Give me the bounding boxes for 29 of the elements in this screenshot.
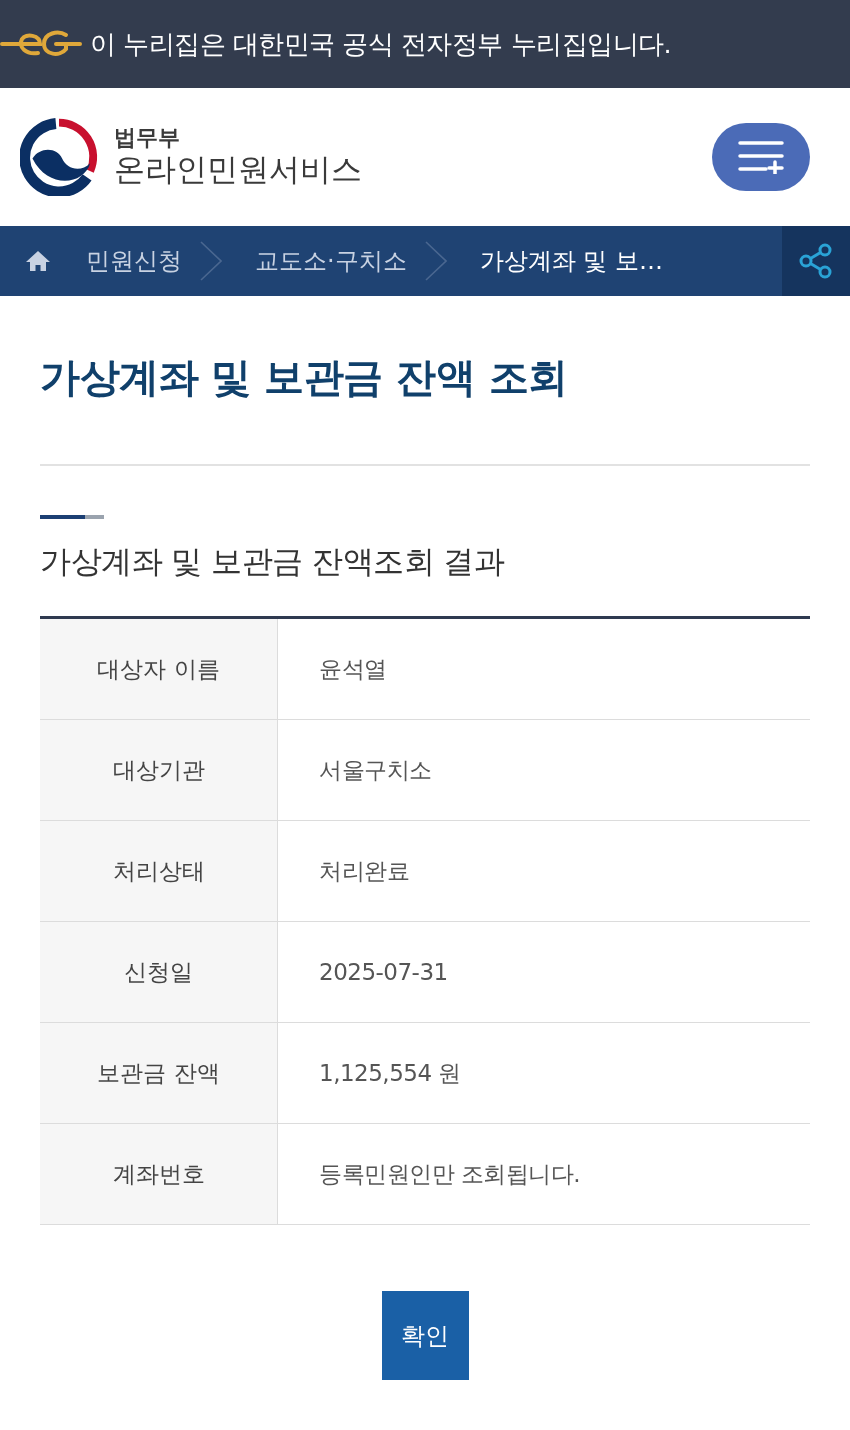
breadcrumb-link[interactable]: 교도소·구치소: [255, 246, 407, 276]
share-icon: [799, 243, 833, 279]
menu-icon: [738, 140, 784, 174]
page-title: 가상계좌 및 보관금 잔액 조회: [40, 353, 569, 402]
section-accent-bar: [40, 515, 104, 519]
section-title: 가상계좌 및 보관금 잔액조회 결과: [40, 542, 506, 581]
table-header-cell: 대상기관: [40, 720, 278, 820]
table-cell-text: 처리완료: [318, 856, 410, 886]
table-cell-text: 1,125,554 원: [318, 1058, 462, 1088]
government-notice-text: 이 누리집은 대한민국 공식 전자정부 누리집입니다.: [90, 28, 672, 60]
table-cell-text: 2025-07-31: [318, 957, 449, 987]
table-header-cell: 처리상태: [40, 821, 278, 921]
table-header-cell: 대상자 이름: [40, 619, 278, 719]
table-header-cell: 신청일: [40, 922, 278, 1022]
table-header-cell: 보관금 잔액: [40, 1023, 278, 1123]
current-breadcrumb-link[interactable]: 가상계좌 및 보…: [479, 246, 663, 276]
table-cell-text: 윤석열: [318, 654, 388, 684]
emblem-icon: [20, 118, 98, 196]
share-button[interactable]: [782, 226, 850, 296]
breadcrumb-link[interactable]: 민원신청: [86, 246, 182, 276]
table-cell-text: 서울구치소: [318, 755, 433, 785]
ministry-name: 법무부: [114, 126, 181, 151]
service-name: 온라인민원서비스: [114, 150, 362, 188]
table-cell-text: 등록민원인만 조회됩니다.: [318, 1159, 582, 1189]
home-icon[interactable]: [25, 250, 51, 272]
chevron-icon: [424, 241, 447, 281]
table-header-cell: 계좌번호: [40, 1124, 278, 1224]
confirm-button[interactable]: 확인: [381, 1291, 469, 1380]
chevron-icon: [200, 241, 222, 281]
